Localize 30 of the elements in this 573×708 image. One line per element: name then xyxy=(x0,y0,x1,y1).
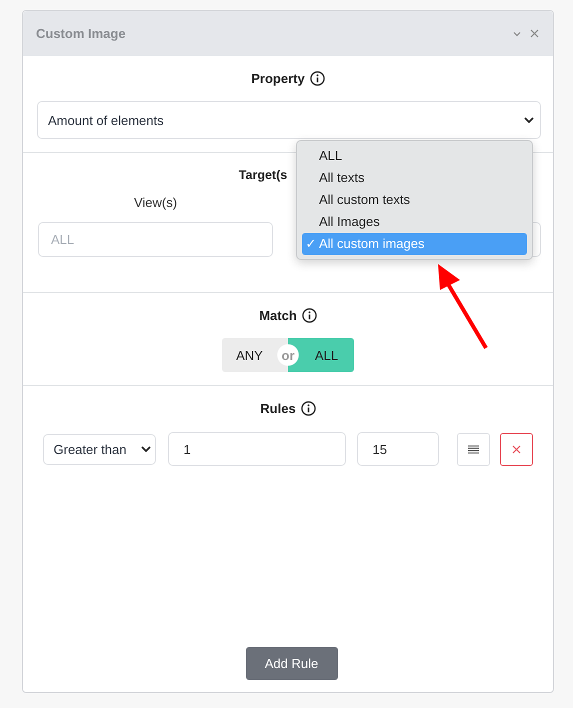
operator-select[interactable]: Greater than xyxy=(42,434,156,464)
match-option[interactable]: ALL xyxy=(299,338,354,372)
match-option[interactable]: ANY xyxy=(222,338,277,372)
collapse-icon[interactable] xyxy=(513,30,521,36)
close-icon[interactable] xyxy=(530,29,539,38)
views-label: View(s) xyxy=(134,195,178,212)
dropdown-option[interactable]: ALL xyxy=(302,145,527,167)
close-icon xyxy=(512,444,520,454)
menu-icon xyxy=(468,444,478,454)
delete-button[interactable] xyxy=(500,432,532,466)
section-title: Property xyxy=(251,70,305,86)
info-icon[interactable] xyxy=(302,308,317,322)
limit-field[interactable]: 15 xyxy=(356,432,438,466)
info-icon[interactable] xyxy=(300,400,316,416)
views-field[interactable]: ALL xyxy=(38,222,273,257)
window-title: Custom Image xyxy=(36,26,126,41)
dropdown-option[interactable]: All texts xyxy=(302,167,527,189)
menu-button[interactable] xyxy=(456,432,490,466)
info-icon[interactable] xyxy=(310,70,325,86)
value-field[interactable]: 1 xyxy=(168,432,346,466)
or-separator: or xyxy=(277,338,299,372)
dropdown-option[interactable]: All custom texts xyxy=(302,189,527,211)
section-title: Rules xyxy=(260,400,296,416)
section-title: Target(s xyxy=(238,168,288,182)
caret-icon xyxy=(140,446,150,452)
property-select[interactable]: Amount of elements xyxy=(37,101,541,139)
dropdown-option[interactable]: All Images xyxy=(302,211,527,233)
caret-icon xyxy=(524,117,534,123)
section-title: Match xyxy=(259,308,297,322)
add-rule-button[interactable]: Add Rule xyxy=(246,647,338,680)
